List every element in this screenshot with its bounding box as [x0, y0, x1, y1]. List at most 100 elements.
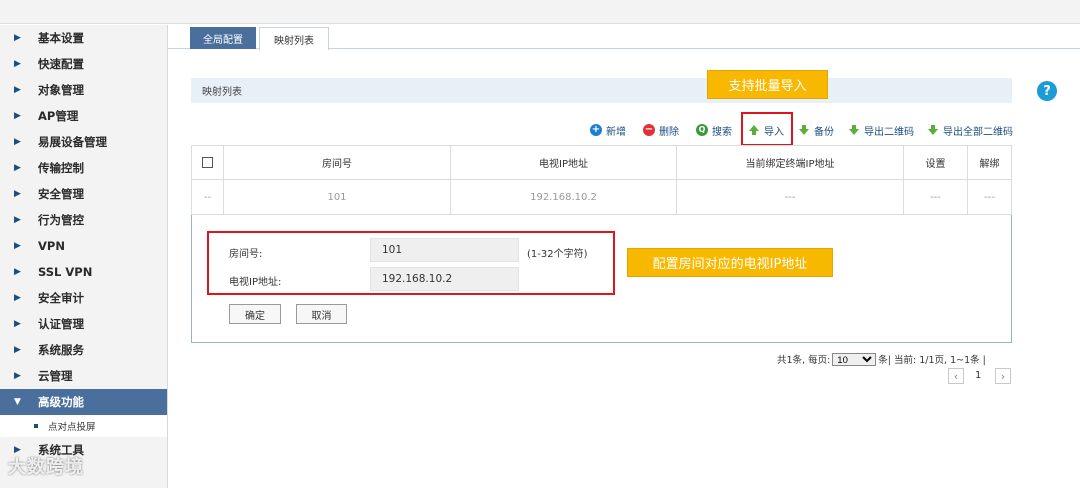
search-label: 搜索: [712, 126, 732, 138]
arrow-down-icon: [848, 124, 860, 136]
sidebar-item-cloud-mgmt[interactable]: ▶ 云管理: [0, 363, 167, 389]
sidebar-item-behavior-control[interactable]: ▶ 行为管控: [0, 207, 167, 233]
backup-button[interactable]: 备份: [798, 122, 834, 138]
sidebar: ▶ 基本设置 ▶ 快速配置 ▶ 对象管理 ▶ AP管理 ▶ 易展设备管理 ▶ 传输控制 ▶ 安…: [0, 25, 168, 488]
sidebar-item-label: 传输控制: [38, 161, 84, 175]
sidebar-item-advanced[interactable]: ▼ 高级功能: [0, 389, 167, 415]
sidebar-item-vpn[interactable]: ▶ VPN: [0, 233, 167, 259]
sidebar-item-system-services[interactable]: ▶ 系统服务: [0, 337, 167, 363]
plus-icon: +: [590, 124, 602, 136]
sidebar-item-label: 对象管理: [38, 83, 84, 97]
pagination-info: 共1条, 每页: 10 条 | 当前: 1/1页, 1~1条 |: [777, 352, 986, 366]
caret-right-icon: ▶: [14, 189, 21, 199]
search-button[interactable]: Q 搜索: [696, 122, 732, 138]
caret-right-icon: ▶: [14, 319, 21, 329]
sidebar-item-security-mgmt[interactable]: ▶ 安全管理: [0, 181, 167, 207]
sidebar-item-label: 云管理: [38, 369, 73, 383]
sidebar-item-ap-mgmt[interactable]: ▶ AP管理: [0, 103, 167, 129]
column-header-room: 房间号: [224, 146, 451, 179]
caret-right-icon: ▶: [14, 163, 21, 173]
select-all-checkbox[interactable]: [202, 157, 213, 168]
sidebar-item-label: 安全审计: [38, 291, 84, 305]
caret-right-icon: ▶: [14, 59, 21, 69]
mapping-table: 房间号 电视IP地址 当前绑定终端IP地址 设置 解绑 -- 101 192.1…: [191, 145, 1012, 215]
export-qr-label: 导出二维码: [864, 126, 914, 138]
sidebar-item-object-mgmt[interactable]: ▶ 对象管理: [0, 77, 167, 103]
import-callout: 支持批量导入: [707, 70, 828, 99]
help-icon[interactable]: ?: [1037, 81, 1057, 101]
prev-page-button[interactable]: ‹: [948, 368, 964, 384]
section-title: 映射列表: [191, 78, 1012, 103]
caret-right-icon: ▶: [14, 371, 21, 381]
sidebar-item-label: 快速配置: [38, 57, 84, 71]
caret-right-icon: ▶: [14, 33, 21, 43]
next-page-button[interactable]: ›: [995, 368, 1011, 384]
import-highlight-box: [741, 112, 793, 146]
sidebar-item-basic-settings[interactable]: ▶ 基本设置: [0, 25, 167, 51]
sidebar-item-label: 系统服务: [38, 343, 84, 357]
tab-bar: 全局配置 映射列表: [168, 25, 1080, 50]
search-icon: Q: [696, 124, 708, 136]
watermark-logo: 大数跨境: [8, 457, 84, 478]
sidebar-item-ssl-vpn[interactable]: ▶ SSL VPN: [0, 259, 167, 285]
arrow-down-icon: [927, 124, 939, 136]
sidebar-item-label: VPN: [38, 239, 65, 253]
per-page-label: 每页:: [808, 355, 831, 366]
per-page-unit: 条: [878, 355, 888, 366]
arrow-down-icon: [798, 124, 810, 136]
caret-right-icon: ▶: [14, 293, 21, 303]
caret-down-icon: ▼: [14, 397, 21, 407]
add-label: 新增: [606, 126, 626, 138]
backup-label: 备份: [814, 126, 834, 138]
caret-right-icon: ▶: [14, 111, 21, 121]
sidebar-item-transmission-control[interactable]: ▶ 传输控制: [0, 155, 167, 181]
table-header-row: 房间号 电视IP地址 当前绑定终端IP地址 设置 解绑: [191, 145, 1012, 180]
room-cell: 101: [224, 180, 451, 214]
export-all-qr-label: 导出全部二维码: [943, 126, 1013, 138]
tab-mapping-list[interactable]: 映射列表: [259, 27, 329, 50]
sidebar-item-label: 高级功能: [38, 395, 84, 409]
caret-right-icon: ▶: [14, 215, 21, 225]
caret-right-icon: ▶: [14, 137, 21, 147]
row-check-cell: --: [191, 180, 224, 214]
bullet-icon: [34, 424, 38, 428]
column-header-tv-ip: 电视IP地址: [451, 146, 677, 179]
sidebar-item-label: AP管理: [38, 109, 79, 123]
sidebar-item-easy-device-mgmt[interactable]: ▶ 易展设备管理: [0, 129, 167, 155]
add-button[interactable]: + 新增: [590, 122, 626, 138]
caret-right-icon: ▶: [14, 241, 21, 251]
total-count: 共1条,: [777, 355, 806, 366]
confirm-button[interactable]: 确定: [229, 304, 281, 324]
unbind-cell: ---: [968, 180, 1012, 214]
settings-cell: ---: [904, 180, 968, 214]
delete-button[interactable]: − 删除: [643, 122, 679, 138]
page-number[interactable]: 1: [975, 370, 981, 381]
caret-right-icon: ▶: [14, 267, 21, 277]
chevron-right-icon: ›: [1000, 369, 1006, 383]
current-page-info: | 当前: 1/1页, 1~1条 |: [887, 355, 986, 366]
column-header-terminal-ip: 当前绑定终端IP地址: [677, 146, 904, 179]
sidebar-item-label: 安全管理: [38, 187, 84, 201]
sidebar-item-label: 行为管控: [38, 213, 84, 227]
tab-global-config[interactable]: 全局配置: [190, 27, 256, 49]
top-bar: [0, 0, 1080, 24]
sidebar-item-security-audit[interactable]: ▶ 安全审计: [0, 285, 167, 311]
config-callout: 配置房间对应的电视IP地址: [627, 248, 833, 277]
sidebar-item-auth-mgmt[interactable]: ▶ 认证管理: [0, 311, 167, 337]
caret-right-icon: ▶: [14, 345, 21, 355]
sidebar-subitem-label: 点对点投屏: [48, 422, 96, 433]
export-qr-button[interactable]: 导出二维码: [848, 122, 914, 138]
caret-right-icon: ▶: [14, 85, 21, 95]
sidebar-subitem-p2p-cast[interactable]: 点对点投屏: [0, 415, 167, 437]
per-page-select[interactable]: 10: [832, 352, 877, 366]
sidebar-item-label: 易展设备管理: [38, 135, 107, 149]
column-header-settings: 设置: [904, 146, 968, 179]
sidebar-item-quick-config[interactable]: ▶ 快速配置: [0, 51, 167, 77]
table-row[interactable]: -- 101 192.168.10.2 --- --- ---: [191, 180, 1012, 215]
delete-label: 删除: [659, 126, 679, 138]
export-all-qr-button[interactable]: 导出全部二维码: [927, 122, 1013, 138]
sidebar-item-label: SSL VPN: [38, 265, 93, 279]
cancel-button[interactable]: 取消: [296, 304, 347, 324]
sidebar-item-label: 认证管理: [38, 317, 84, 331]
chevron-left-icon: ‹: [953, 369, 959, 383]
